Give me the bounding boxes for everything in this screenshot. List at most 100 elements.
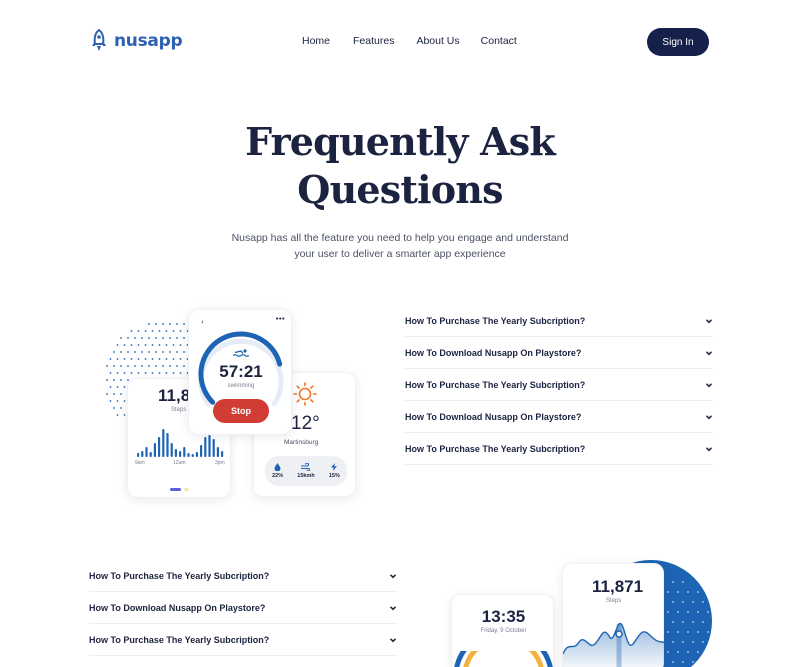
decoration-dot: [116, 414, 119, 416]
nav-link-features[interactable]: Features: [353, 35, 394, 47]
step-bar: [204, 437, 207, 457]
chevron-down-icon: [705, 350, 713, 355]
faq-question: How To Purchase The Yearly Subcription?: [405, 443, 586, 454]
decoration-dot: [692, 661, 694, 663]
faq-item[interactable]: How To Purchase The Yearly Subcription?: [405, 369, 713, 401]
chevron-down-icon: [389, 637, 397, 642]
step-bar: [162, 429, 165, 457]
decoration-dot: [120, 393, 122, 395]
faq-question: How To Purchase The Yearly Subcription?: [89, 634, 270, 645]
page-subtitle-line1: Nusapp has all the feature you need to h…: [231, 232, 569, 244]
faq-item[interactable]: How To Purchase The Yearly Subcription?: [405, 433, 713, 465]
decoration-dot: [672, 641, 674, 643]
decoration-dot: [148, 323, 150, 325]
decoration-dot: [148, 365, 150, 367]
decoration-dot: [130, 372, 133, 374]
decoration-dot: [702, 661, 704, 663]
decoration-dot: [120, 351, 122, 353]
top-navbar: nusapp Home Features About Us Contact Si…: [0, 0, 800, 84]
rain-value: 15%: [328, 473, 340, 479]
wind-icon: [301, 463, 311, 471]
rocket-icon: [92, 29, 106, 51]
decoration-dot: [155, 365, 157, 367]
decoration-dot: [172, 344, 175, 346]
decoration-dot: [130, 358, 133, 360]
faq-item[interactable]: How To Purchase The Yearly Subcription?: [89, 624, 397, 656]
decoration-dot: [144, 344, 147, 346]
decoration-dot: [144, 358, 147, 360]
nav-link-home[interactable]: Home: [302, 35, 330, 47]
faq-item[interactable]: How To Purchase The Yearly Subcription?: [89, 560, 397, 592]
chevron-down-icon: [705, 414, 713, 419]
step-bar: [149, 452, 152, 457]
stop-button[interactable]: Stop: [213, 399, 269, 423]
swim-time: 57:21: [219, 362, 263, 381]
step-bar: [145, 447, 148, 457]
faq-item[interactable]: How To Purchase The Yearly Subcription?: [405, 305, 713, 337]
swimmer-icon: [233, 349, 249, 357]
decoration-dot: [165, 372, 168, 374]
step-bar: [187, 453, 190, 457]
decoration-dot: [151, 344, 154, 346]
activity-rings: [454, 651, 553, 667]
decoration-dot: [134, 351, 136, 353]
decoration-dot: [144, 330, 147, 332]
decoration-dot: [697, 631, 699, 633]
nav-link-about-us[interactable]: About Us: [416, 35, 459, 47]
decoration-dot: [137, 372, 140, 374]
chevron-down-icon: [705, 318, 713, 323]
decoration-dot: [667, 611, 669, 613]
temperature-value: 12°: [291, 413, 320, 434]
sign-in-button[interactable]: Sign In: [647, 28, 709, 56]
decoration-dot: [158, 358, 161, 360]
faq-list-bottom: How To Purchase The Yearly Subcription? …: [89, 560, 397, 656]
logo[interactable]: nusapp: [90, 29, 183, 53]
decoration-dot: [702, 641, 704, 643]
decoration-dot: [687, 651, 689, 653]
page-indicator-active: [170, 488, 181, 491]
faq-question: How To Download Nusapp On Playstore?: [405, 411, 582, 422]
steps-label: Steps: [171, 407, 187, 413]
chevron-down-icon: [705, 446, 713, 451]
faq-item[interactable]: How To Download Nusapp On Playstore?: [89, 592, 397, 624]
nav-link-contact[interactable]: Contact: [481, 35, 517, 47]
decoration-dot: [702, 621, 704, 623]
decoration-dot: [109, 372, 112, 374]
decoration-dot: [106, 393, 108, 395]
faq-question: How To Download Nusapp On Playstore?: [89, 602, 266, 613]
clock-time: 13:35: [481, 607, 526, 626]
decoration-dot: [677, 591, 679, 593]
decoration-dot: [692, 621, 694, 623]
decoration-dot: [155, 337, 157, 339]
decoration-dot: [682, 581, 684, 583]
faq-item[interactable]: How To Download Nusapp On Playstore?: [405, 401, 713, 433]
decoration-dot: [682, 621, 684, 623]
decoration-dot: [687, 631, 689, 633]
decoration-dot: [169, 351, 171, 353]
faq-question: How To Purchase The Yearly Subcription?: [405, 315, 586, 326]
decoration-dot: [707, 651, 709, 653]
more-dots-icon[interactable]: •••: [275, 315, 285, 323]
decoration-dot: [116, 400, 119, 402]
faq-item[interactable]: How To Download Nusapp On Playstore?: [405, 337, 713, 369]
decoration-dot: [116, 372, 119, 374]
decoration-dot: [697, 651, 699, 653]
decoration-dot: [165, 330, 168, 332]
decoration-dot: [677, 631, 679, 633]
page-title-line1: Frequently Ask: [245, 119, 556, 164]
decoration-dot: [123, 400, 126, 402]
main-menu: Home Features About Us Contact: [302, 35, 517, 47]
step-bar: [153, 443, 156, 457]
decoration-dot: [158, 344, 161, 346]
lightning-icon: [331, 463, 338, 471]
wind-stat: 15kmh: [297, 463, 315, 479]
decoration-dot: [127, 365, 129, 367]
city-name: Martinsburg: [284, 439, 319, 446]
decoration-dot: [707, 631, 709, 633]
decoration-dot: [130, 330, 133, 332]
decoration-dot: [172, 372, 175, 374]
back-chevron-icon[interactable]: ‹: [201, 318, 204, 326]
step-bar: [195, 452, 198, 457]
decoration-dot: [667, 631, 669, 633]
decoration-dot: [109, 400, 112, 402]
